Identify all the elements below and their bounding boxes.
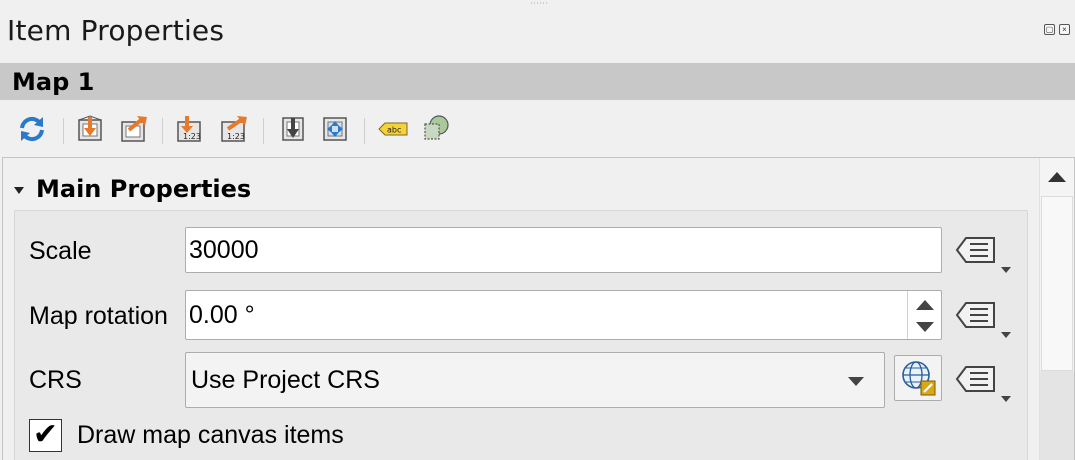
scale-input[interactable] — [185, 227, 942, 273]
item-name-bar: Map 1 — [0, 63, 1075, 100]
scrollbar-thumb[interactable] — [1041, 196, 1073, 371]
map-toolbar: 1:23 1:23 abc — [0, 104, 1075, 152]
view-extent-in-map-icon[interactable] — [117, 112, 151, 146]
chevron-down-icon[interactable] — [848, 377, 864, 386]
map-rotation-input[interactable] — [185, 290, 942, 340]
crs-value: Use Project CRS — [191, 365, 380, 394]
crs-data-defined-button[interactable] — [954, 358, 1014, 404]
move-to-feature-icon[interactable] — [276, 112, 310, 146]
svg-text:1:23: 1:23 — [227, 132, 245, 141]
svg-text:abc: abc — [387, 126, 401, 135]
set-scale-from-map-icon[interactable]: 1:23 — [172, 112, 206, 146]
select-crs-button[interactable] — [894, 355, 942, 401]
globe-crs-icon — [902, 361, 936, 396]
draw-canvas-items-row[interactable]: ✔ Draw map canvas items — [29, 418, 344, 452]
scroll-up-icon[interactable] — [1040, 158, 1074, 196]
svg-text:1:23: 1:23 — [183, 132, 201, 141]
labeling-settings-icon[interactable]: abc — [376, 112, 410, 146]
scrollbar-track[interactable] — [1040, 371, 1074, 460]
map-rotation-label: Map rotation — [29, 302, 168, 330]
section-title: Main Properties — [36, 175, 252, 203]
clipping-settings-icon[interactable] — [419, 112, 453, 146]
draw-canvas-items-checkbox[interactable]: ✔ — [29, 417, 62, 452]
spin-up-icon[interactable] — [916, 300, 934, 310]
checkmark-icon: ✔ — [32, 417, 59, 452]
main-properties-header[interactable]: Main Properties — [14, 174, 251, 204]
scale-label: Scale — [29, 237, 92, 265]
data-defined-override-icon — [955, 366, 1011, 402]
spin-down-icon[interactable] — [916, 322, 934, 332]
map-rotation-value[interactable] — [189, 300, 899, 330]
crs-label: CRS — [29, 366, 82, 394]
scale-data-defined-button[interactable] — [954, 229, 1014, 275]
data-defined-override-icon — [955, 302, 1011, 338]
rotation-data-defined-button[interactable] — [954, 294, 1014, 340]
float-icon[interactable]: ▢ — [1044, 24, 1055, 35]
refresh-icon[interactable] — [15, 112, 49, 146]
data-defined-override-icon — [955, 237, 1011, 273]
collapse-arrow-icon[interactable] — [14, 186, 24, 194]
item-name: Map 1 — [12, 68, 95, 96]
panel-title: Item Properties — [7, 14, 225, 47]
draw-canvas-items-label: Draw map canvas items — [77, 420, 344, 449]
scale-value[interactable] — [189, 235, 941, 265]
panel-header: Item Properties ▢ × — [0, 0, 1075, 62]
view-scale-in-map-icon[interactable]: 1:23 — [217, 112, 251, 146]
vertical-scrollbar[interactable] — [1039, 158, 1074, 460]
rotation-spinner[interactable] — [907, 291, 941, 339]
close-icon[interactable]: × — [1059, 24, 1070, 35]
set-extent-from-map-icon[interactable] — [73, 112, 107, 146]
crs-combo[interactable]: Use Project CRS — [185, 352, 885, 408]
set-to-atlas-icon[interactable] — [318, 112, 352, 146]
